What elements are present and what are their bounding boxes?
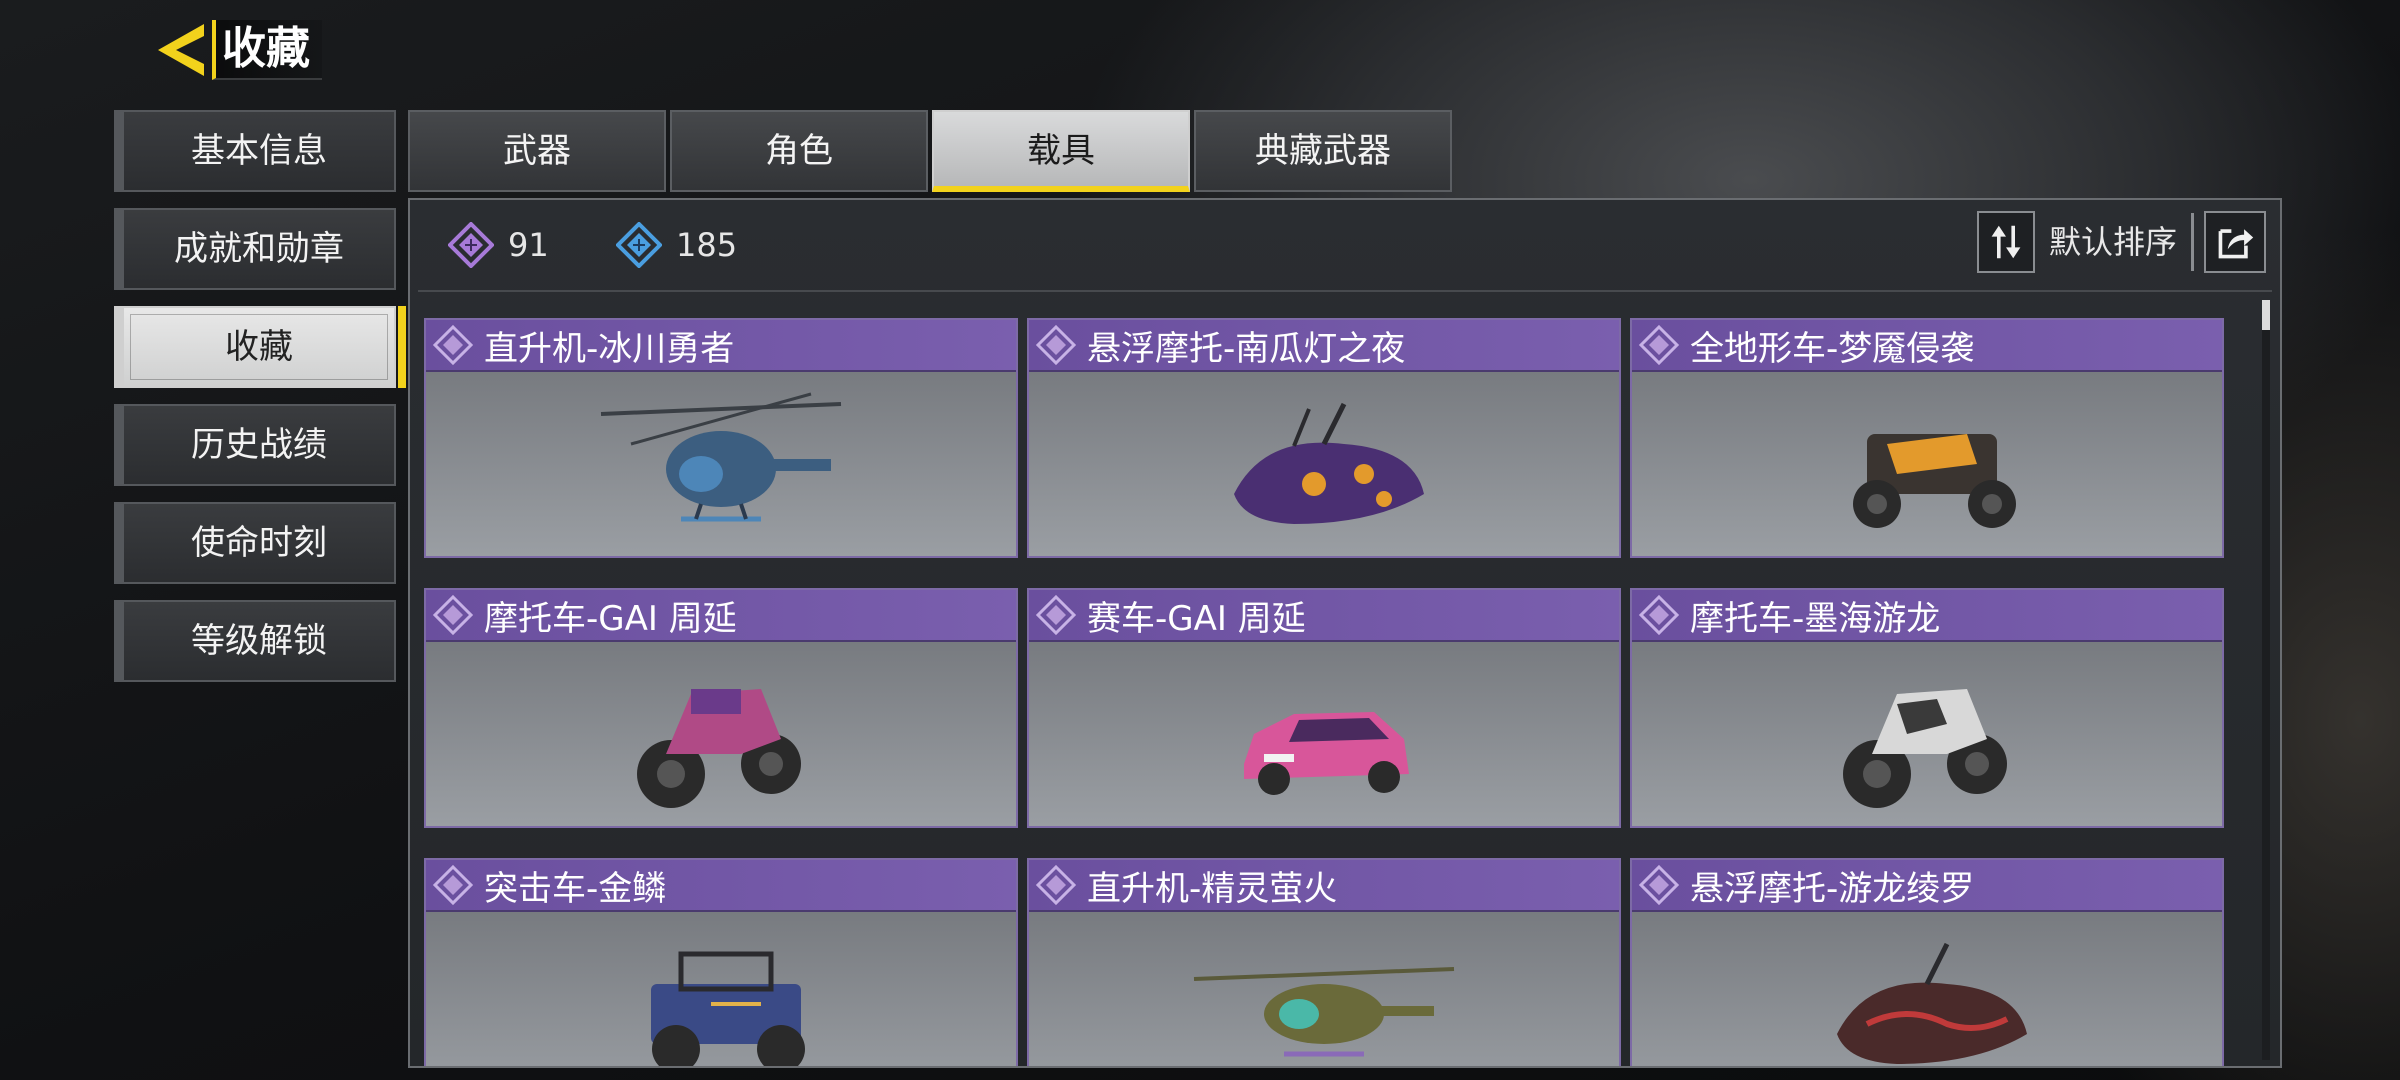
tab-vehicles[interactable]: 载具 (932, 110, 1190, 192)
helicopter-icon (1193, 967, 1455, 1057)
sidebar-item-achievements[interactable]: 成就和勋章 (114, 208, 396, 290)
card-header: 悬浮摩托-游龙绫罗 (1632, 860, 2222, 912)
helicopter-icon (600, 392, 842, 522)
tab-legendary-weapons[interactable]: 典藏武器 (1194, 110, 1452, 192)
vehicle-image (426, 372, 1016, 556)
hoverbike-icon (1234, 402, 1424, 524)
rarity-diamond-icon (1035, 864, 1077, 906)
card-header: 摩托车-GAI 周延 (426, 590, 1016, 642)
vehicle-image (426, 642, 1016, 826)
motorcycle-icon (1843, 689, 2007, 808)
atv-icon (1853, 434, 2016, 528)
card-header: 摩托车-墨海游龙 (1632, 590, 2222, 642)
car-icon (1244, 712, 1409, 795)
vehicle-name: 赛车-GAI 周延 (1087, 598, 1306, 639)
vehicle-card[interactable]: 摩托车-GAI 周延 (424, 588, 1018, 828)
vehicle-image (1632, 372, 2222, 556)
panel-divider (418, 290, 2272, 292)
rarity-diamond-icon (1638, 864, 1680, 906)
vehicle-card[interactable]: 悬浮摩托-游龙绫罗 (1630, 858, 2224, 1066)
card-header: 悬浮摩托-南瓜灯之夜 (1029, 320, 1619, 372)
vehicle-image (1029, 912, 1619, 1066)
share-icon (2218, 229, 2254, 259)
back-button[interactable] (150, 20, 212, 80)
vehicle-name: 突击车-金鳞 (484, 868, 667, 909)
sort-order-button[interactable] (1976, 211, 2035, 273)
vehicle-card[interactable]: 悬浮摩托-南瓜灯之夜 (1027, 318, 1621, 558)
vehicle-card[interactable]: 赛车-GAI 周延 (1027, 588, 1621, 828)
sort-mode-label[interactable]: 默认排序 (2035, 213, 2194, 271)
vehicle-name: 直升机-冰川勇者 (484, 328, 735, 369)
sort-controls: 默认排序 (1976, 210, 2266, 274)
purple-rarity-count: 91 (448, 222, 549, 268)
tab-characters[interactable]: 角色 (670, 110, 928, 192)
vehicle-name: 摩托车-GAI 周延 (484, 598, 737, 639)
sidebar-item-level-unlocks[interactable]: 等级解锁 (114, 600, 396, 682)
blue-count-value: 185 (676, 226, 738, 264)
vehicle-image (426, 912, 1016, 1066)
vehicle-card[interactable]: 直升机-冰川勇者 (424, 318, 1018, 558)
blue-rarity-count: 185 (616, 222, 737, 268)
vehicle-card[interactable]: 摩托车-墨海游龙 (1630, 588, 2224, 828)
vehicle-name: 全地形车-梦魇侵袭 (1690, 328, 1975, 369)
rarity-diamond-icon (1638, 594, 1680, 636)
vehicle-image (1029, 372, 1619, 556)
sidebar-item-history[interactable]: 历史战绩 (114, 404, 396, 486)
vehicle-card[interactable]: 全地形车-梦魇侵袭 (1630, 318, 2224, 558)
sidebar-item-collection[interactable]: 收藏 (114, 306, 406, 388)
motorcycle-icon (637, 689, 801, 808)
blue-diamond-icon (616, 222, 662, 268)
vehicle-card[interactable]: 突击车-金鳞 (424, 858, 1018, 1066)
card-header: 全地形车-梦魇侵袭 (1632, 320, 2222, 372)
buggy-icon (651, 951, 805, 1066)
vehicle-name: 摩托车-墨海游龙 (1690, 598, 1941, 639)
rarity-diamond-icon (1035, 324, 1077, 366)
sidebar-item-mission-moments[interactable]: 使命时刻 (114, 502, 396, 584)
tab-weapons[interactable]: 武器 (408, 110, 666, 192)
share-button[interactable] (2204, 211, 2266, 273)
scrollbar[interactable] (2262, 300, 2270, 1060)
purple-diamond-icon (448, 222, 494, 268)
card-header: 直升机-精灵萤火 (1029, 860, 1619, 912)
vehicle-image (1632, 912, 2222, 1066)
scrollbar-thumb[interactable] (2262, 300, 2270, 330)
vehicle-name: 悬浮摩托-游龙绫罗 (1690, 868, 1975, 909)
card-header: 赛车-GAI 周延 (1029, 590, 1619, 642)
sort-arrows-icon (1991, 225, 2021, 259)
vehicle-image (1029, 642, 1619, 826)
vehicle-image (1632, 642, 2222, 826)
rarity-diamond-icon (432, 864, 474, 906)
vehicle-name: 直升机-精灵萤火 (1087, 868, 1338, 909)
rarity-diamond-icon (1035, 594, 1077, 636)
back-arrow-icon (158, 24, 204, 76)
rarity-diamond-icon (432, 594, 474, 636)
collection-panel: 91 185 默认排序 直升机-冰川勇者 悬浮摩托-南瓜灯之夜 全地形车-梦魇侵… (408, 198, 2282, 1068)
page-title: 收藏 (212, 20, 322, 80)
card-header: 直升机-冰川勇者 (426, 320, 1016, 372)
card-header: 突击车-金鳞 (426, 860, 1016, 912)
rarity-diamond-icon (1638, 324, 1680, 366)
vehicle-card[interactable]: 直升机-精灵萤火 (1027, 858, 1621, 1066)
hoverbike-icon (1837, 942, 2027, 1064)
sidebar-item-basic-info[interactable]: 基本信息 (114, 110, 396, 192)
rarity-diamond-icon (432, 324, 474, 366)
vehicle-name: 悬浮摩托-南瓜灯之夜 (1087, 328, 1406, 369)
purple-count-value: 91 (508, 226, 549, 264)
